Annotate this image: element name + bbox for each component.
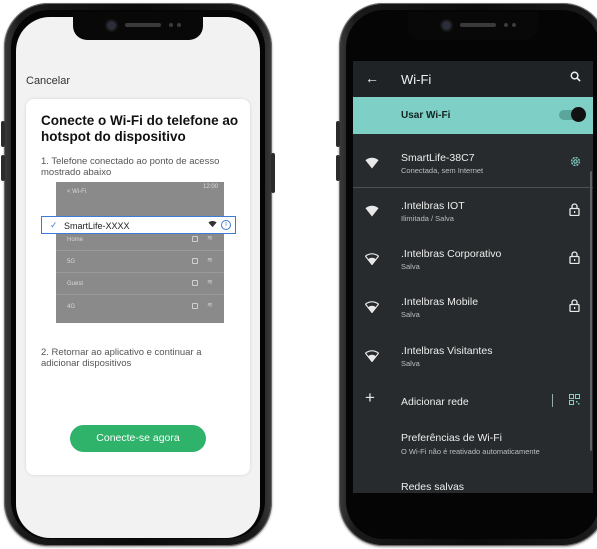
network-row[interactable]: .Intelbras Corporativo Salva: [353, 235, 593, 284]
use-wifi-row[interactable]: Usar Wi-Fi: [353, 97, 593, 134]
network-row[interactable]: .Intelbras Mobile Salva: [353, 283, 593, 332]
lock-icon: [569, 299, 581, 313]
divider: [56, 294, 224, 295]
stage: Cancelar Conecte o Wi-Fi do telefone ao …: [0, 0, 597, 549]
wifi-list-illustration: < Wi-Fi 12:00 Home ≋ 5G ≋ Guest ≋ 4G ≋: [56, 182, 224, 323]
wifi-signal-icon: [365, 156, 379, 169]
camera-icon: [442, 21, 451, 30]
qr-code-scan-icon[interactable]: [569, 394, 580, 405]
lock-icon: [192, 303, 198, 309]
network-row[interactable]: .Intelbras Visitantes Salva: [353, 332, 593, 381]
wifi-icon: ≋: [207, 279, 213, 286]
wifi-preferences-item[interactable]: Preferências de Wi-Fi O Wi-Fi não é reat…: [401, 432, 540, 456]
vertical-divider: [552, 394, 553, 407]
left-phone-screen: Cancelar Conecte o Wi-Fi do telefone ao …: [16, 17, 260, 538]
sensor-dot: [169, 23, 173, 27]
camera-icon: [107, 21, 116, 30]
search-icon[interactable]: [570, 71, 581, 85]
wifi-signal-icon: [364, 252, 380, 266]
step-two-text: 2. Retornar ao aplicativo e continuar a …: [41, 347, 202, 369]
gear-icon[interactable]: [569, 155, 581, 169]
plus-icon: +: [365, 388, 375, 407]
page-title: Wi-Fi: [401, 72, 432, 87]
network-status: Ilimitada / Salva: [401, 214, 454, 223]
left-phone-volume-up: [1, 121, 5, 147]
speaker-grille: [460, 23, 496, 27]
right-phone-bottom-area: [353, 493, 593, 539]
check-icon: ✓: [50, 220, 58, 230]
wifi-signal-icon: [365, 204, 379, 217]
left-phone-frame: Cancelar Conecte o Wi-Fi do telefone ao …: [1, 3, 275, 546]
network-name: .Intelbras Visitantes: [401, 345, 493, 357]
right-phone-frame: ← Wi-Fi Usar Wi-Fi SmartLife-38C7 Conect…: [336, 3, 597, 546]
info-icon: i: [221, 220, 231, 230]
selected-ssid-name: SmartLife-XXXX: [64, 221, 130, 231]
lock-icon: [192, 280, 198, 286]
lock-icon: [192, 258, 198, 264]
wifi-signal-icon: [364, 300, 380, 314]
scrollbar[interactable]: [590, 171, 592, 451]
sensor-dot: [512, 23, 516, 27]
add-network-label: Adicionar rede: [401, 396, 469, 408]
back-arrow-icon[interactable]: ←: [365, 70, 379, 86]
right-phone-volume-down: [336, 155, 340, 181]
cancel-link[interactable]: Cancelar: [26, 75, 70, 87]
left-phone-volume-down: [1, 155, 5, 181]
selected-ssid-row: ✓ SmartLife-XXXX i: [41, 216, 236, 234]
wifi-preferences-label: Preferências de Wi-Fi: [401, 432, 502, 444]
toggle-knob: [571, 107, 586, 122]
wifi-icon: [208, 220, 217, 230]
saved-networks-item[interactable]: Redes salvas: [401, 481, 464, 493]
network-status: Salva: [401, 262, 420, 271]
illustration-row: 4G ≋: [56, 297, 224, 317]
card-title: Conecte o Wi-Fi do telefone ao hotspot d…: [41, 113, 239, 144]
speaker-grille: [125, 23, 161, 27]
left-phone-notch: [73, 12, 203, 40]
network-row[interactable]: .Intelbras IOT Ilimitada / Salva: [353, 187, 593, 236]
network-status: Salva: [401, 359, 420, 368]
lock-icon: [569, 251, 581, 265]
network-status: Conectada, sem Internet: [401, 166, 484, 175]
wifi-preferences-sub: O Wi-Fi não é reativado automaticamente: [401, 447, 540, 456]
wifi-icon: ≋: [207, 257, 213, 264]
sensor-dot: [504, 23, 508, 27]
divider: [56, 250, 224, 251]
sensor-dot: [177, 23, 181, 27]
divider: [56, 272, 224, 273]
lock-icon: [192, 236, 198, 242]
use-wifi-label: Usar Wi-Fi: [401, 110, 451, 121]
network-row[interactable]: SmartLife-38C7 Conectada, sem Internet: [353, 139, 593, 188]
illustration-header: < Wi-Fi 12:00: [67, 184, 218, 195]
network-name: SmartLife-38C7: [401, 152, 475, 164]
app-bar: ← Wi-Fi: [353, 61, 593, 97]
wifi-icon: ≋: [207, 302, 213, 309]
network-name: .Intelbras Corporativo: [401, 248, 502, 260]
left-phone-power-button: [271, 153, 275, 193]
illustration-row: 5G ≋: [56, 252, 224, 272]
right-phone-notch: [408, 12, 538, 40]
lock-icon: [569, 203, 581, 217]
step-one-text: 1. Telefone conectado ao ponto de acesso…: [41, 156, 220, 178]
wifi-signal-icon: [364, 349, 380, 363]
wifi-settings-screen: ← Wi-Fi Usar Wi-Fi SmartLife-38C7 Conect…: [353, 61, 593, 493]
illustration-row: Guest ≋: [56, 274, 224, 294]
add-network-row[interactable]: + Adicionar rede: [353, 382, 593, 418]
instruction-card: Conecte o Wi-Fi do telefone ao hotspot d…: [26, 99, 250, 475]
wifi-icon: ≋: [207, 235, 213, 242]
network-name: .Intelbras Mobile: [401, 296, 479, 308]
network-status: Salva: [401, 310, 420, 319]
network-name: .Intelbras IOT: [401, 200, 465, 212]
use-wifi-toggle[interactable]: [559, 107, 586, 122]
connect-now-button[interactable]: Conecte-se agora: [70, 425, 206, 452]
right-phone-volume-up: [336, 121, 340, 147]
